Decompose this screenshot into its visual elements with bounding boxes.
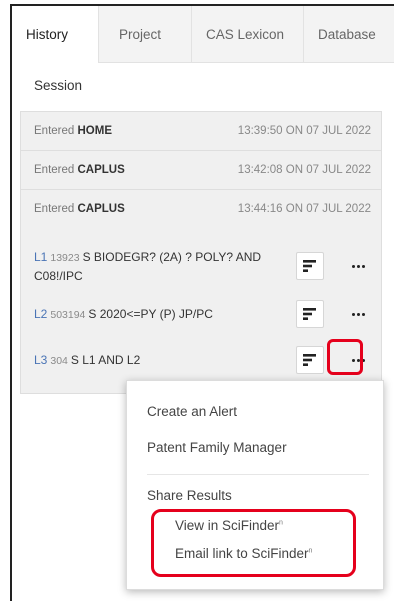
- entry-timestamp: 13:44:16 ON 07 JUL 2022: [237, 203, 371, 215]
- filter-button[interactable]: [296, 252, 324, 280]
- list-item: Entered HOME 13:39:50 ON 07 JUL 2022: [21, 112, 381, 150]
- filter-button[interactable]: [296, 300, 324, 328]
- list-item: Entered CAPLUS 13:42:08 ON 07 JUL 2022: [21, 151, 381, 189]
- tab-bar: History Project CAS Lexicon Database: [12, 6, 394, 63]
- filter-button[interactable]: [296, 346, 324, 374]
- session-heading: Session: [34, 78, 83, 93]
- menu-divider: [147, 474, 369, 475]
- tab-project[interactable]: Project: [98, 6, 191, 62]
- query-count: 13923: [50, 252, 80, 264]
- tab-database[interactable]: Database: [303, 6, 394, 62]
- query-row-l1[interactable]: L1 13923 S BIODEGR? (2A) ? POLY? AND C08!/…: [34, 248, 270, 285]
- query-count: 503194: [50, 309, 86, 321]
- tab-history[interactable]: History: [12, 6, 98, 62]
- query-count: 304: [50, 355, 68, 367]
- entry-timestamp: 13:39:50 ON 07 JUL 2022: [237, 125, 371, 137]
- more-options-button[interactable]: [346, 301, 370, 327]
- highlight-box: [151, 509, 356, 577]
- tab-cas-lexicon[interactable]: CAS Lexicon: [191, 6, 303, 62]
- query-id[interactable]: L1: [34, 250, 47, 264]
- menu-item-patent-family-manager[interactable]: Patent Family Manager: [147, 440, 287, 455]
- entry-timestamp: 13:42:08 ON 07 JUL 2022: [237, 164, 371, 176]
- query-text: S L1 AND L2: [70, 353, 141, 367]
- more-icon: [351, 312, 365, 316]
- tab-database-label: Database: [318, 26, 376, 42]
- query-row-l2[interactable]: L2 503194 S 2020<=PY (P) JP/PC: [34, 305, 270, 324]
- filter-icon: [303, 308, 316, 320]
- tab-project-label: Project: [119, 26, 162, 42]
- list-item: Entered CAPLUS 13:44:16 ON 07 JUL 2022: [21, 190, 381, 228]
- filter-icon: [303, 260, 316, 272]
- tab-history-label: History: [26, 26, 69, 42]
- more-options-button[interactable]: [346, 253, 370, 279]
- filter-icon: [303, 354, 316, 366]
- entry-label: Entered HOME: [34, 125, 112, 137]
- entry-label: Entered CAPLUS: [34, 203, 125, 215]
- more-icon: [351, 264, 365, 268]
- menu-item-create-alert[interactable]: Create an Alert: [147, 404, 237, 419]
- query-id[interactable]: L2: [34, 307, 47, 321]
- query-id[interactable]: L3: [34, 353, 47, 367]
- tab-divider: [98, 62, 394, 63]
- tab-cas-lexicon-label: CAS Lexicon: [206, 26, 285, 42]
- menu-heading-share-results: Share Results: [147, 488, 232, 503]
- entry-label: Entered CAPLUS: [34, 164, 125, 176]
- query-text: S 2020<=PY (P) JP/PC: [88, 307, 213, 321]
- highlight-box: [327, 339, 363, 375]
- query-row-l3[interactable]: L3 304 S L1 AND L2: [34, 351, 270, 370]
